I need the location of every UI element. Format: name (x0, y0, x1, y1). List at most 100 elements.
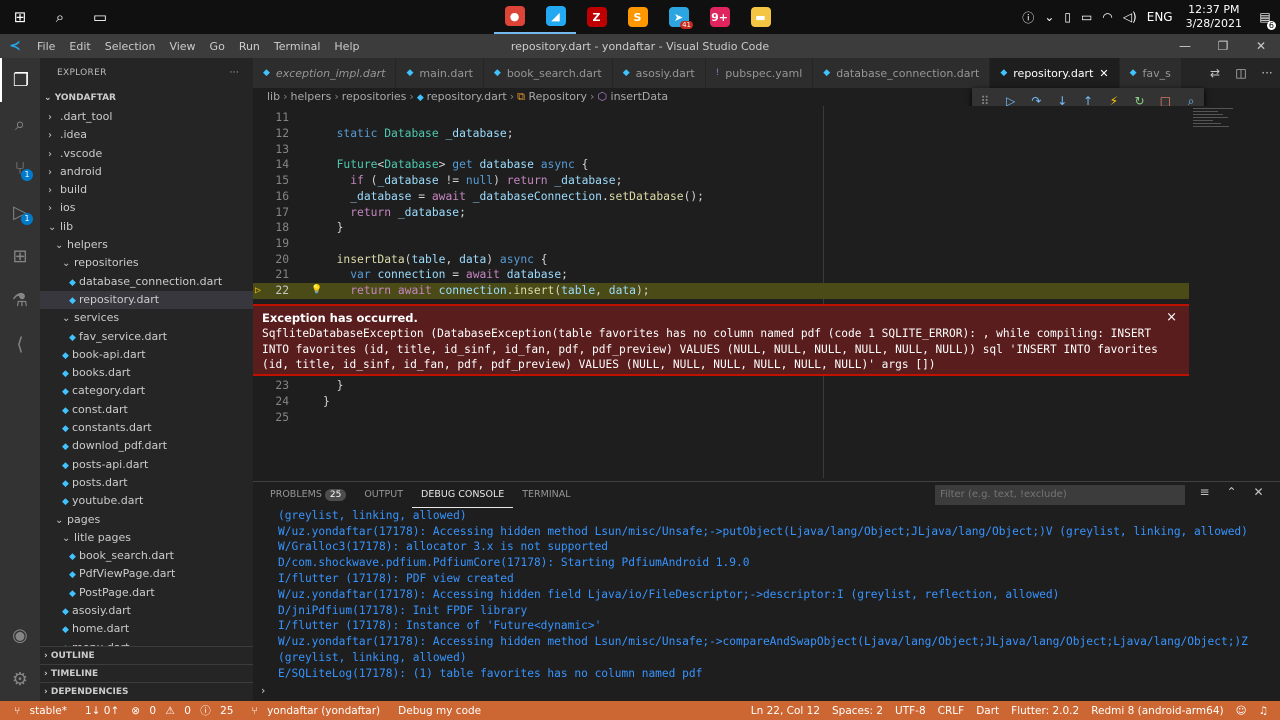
maximize-panel-icon[interactable]: ⌃ (1218, 485, 1245, 499)
tree-file[interactable]: ◆ database_connection.dart (40, 273, 253, 291)
menu-view[interactable]: View (162, 40, 202, 53)
code-editor[interactable]: 11 12 static Database _database; 13 14 Futu… (253, 106, 1280, 478)
console-filter-input[interactable] (935, 485, 1185, 505)
code-line[interactable]: 24} (253, 394, 1189, 410)
tree-file[interactable]: ◆ fav_service.dart (40, 328, 253, 346)
more-actions-icon[interactable]: ··· (230, 68, 239, 78)
language-indicator[interactable]: ENG (1142, 10, 1178, 24)
tree-folder[interactable]: ⌄ lib (40, 218, 253, 236)
line-number[interactable]: 14 (253, 157, 289, 173)
tree-file[interactable]: ◆ asosiy.dart (40, 602, 253, 620)
menu-go[interactable]: Go (203, 40, 232, 53)
tree-file[interactable]: ◆ book-api.dart (40, 346, 253, 364)
minimize-icon[interactable]: — (1166, 34, 1204, 58)
outline-section[interactable]: › OUTLINE (40, 646, 253, 664)
tree-folder[interactable]: › .vscode (40, 145, 253, 163)
line-ending[interactable]: CRLF (932, 705, 971, 717)
cursor-position[interactable]: Ln 22, Col 12 (745, 705, 826, 717)
windows-start-icon[interactable]: ⊞ (0, 0, 40, 34)
indentation[interactable]: Spaces: 2 (826, 705, 889, 717)
code-line[interactable]: 13 (253, 142, 1189, 158)
code-line[interactable]: 14 Future<Database> get database async { (253, 157, 1189, 173)
paused-breakpoint-icon[interactable]: ▷ (255, 283, 261, 299)
tree-folder[interactable]: ⌄ services (40, 309, 253, 327)
menu-selection[interactable]: Selection (98, 40, 163, 53)
search-icon[interactable]: ⌕ (40, 0, 80, 34)
close-panel-icon[interactable]: ✕ (1245, 485, 1272, 499)
notification-icon[interactable]: ▤ 6 (1250, 10, 1280, 30)
flutter-version[interactable]: Flutter: 2.0.2 (1005, 705, 1085, 717)
minimap[interactable] (1193, 106, 1263, 166)
code-line[interactable]: 20 insertData(table, data) async { (253, 252, 1189, 268)
wifi-icon[interactable]: ◠ (1097, 10, 1117, 24)
clock[interactable]: 12:37 PM 3/28/2021 (1178, 3, 1250, 31)
menu-help[interactable]: Help (327, 40, 366, 53)
tree-folder[interactable]: › .idea (40, 126, 253, 144)
source-control-icon[interactable]: ⑂ 1 (0, 146, 40, 190)
run-debug-icon[interactable]: ▷ 1 (0, 190, 40, 234)
language-mode[interactable]: Dart (970, 705, 1005, 717)
taskbar-app-file-explorer[interactable]: ▬ (740, 0, 781, 34)
split-editor-icon[interactable]: ◫ (1228, 66, 1254, 80)
explorer-icon[interactable]: ❐ (0, 58, 40, 102)
tree-folder[interactable]: › build (40, 181, 253, 199)
dependencies-section[interactable]: › DEPENDENCIES (40, 682, 253, 700)
phone-icon[interactable]: ▯ (1059, 10, 1076, 24)
settings-gear-icon[interactable]: ⚙ (0, 657, 40, 701)
close-exception-icon[interactable]: × (1166, 310, 1177, 325)
panel-tab-debug-console[interactable]: DEBUG CONSOLE (412, 482, 514, 508)
breadcrumb-item[interactable]: lib (267, 90, 280, 103)
code-line[interactable]: 11 (253, 110, 1189, 126)
taskbar-app-chrome[interactable]: ● (494, 0, 535, 34)
tree-file[interactable]: ◆ category.dart (40, 382, 253, 400)
feedback-icon[interactable]: ☺ (1230, 705, 1253, 717)
line-number[interactable]: 25 (253, 410, 289, 426)
taskbar-app-filezilla[interactable]: Z (576, 0, 617, 34)
breadcrumb-item[interactable]: helpers (291, 90, 332, 103)
timeline-section[interactable]: › TIMELINE (40, 664, 253, 682)
line-number[interactable]: 13 (253, 142, 289, 158)
code-line[interactable]: 16 _database = await _databaseConnection… (253, 189, 1189, 205)
help-icon[interactable]: ⓘ (1017, 9, 1039, 26)
branch-status[interactable]: ⑂ stable* (8, 705, 79, 717)
tree-file[interactable]: ◆ PostPage.dart (40, 584, 253, 602)
line-number[interactable]: 17 (253, 205, 289, 221)
flutter-icon[interactable]: ⟨ (0, 322, 40, 366)
user-status[interactable]: ⑂ yondaftar (yondaftar) (245, 705, 392, 717)
restore-icon[interactable]: ❐ (1204, 34, 1242, 58)
line-number[interactable]: 20 (253, 252, 289, 268)
console-prompt[interactable]: › (261, 684, 265, 697)
tree-file[interactable]: ◆ downlod_pdf.dart (40, 437, 253, 455)
tree-folder[interactable]: › ios (40, 199, 253, 217)
editor-tab[interactable]: ◆ fav_s (1119, 58, 1182, 88)
volume-icon[interactable]: ◁) (1118, 10, 1142, 24)
taskbar-app-telegram[interactable]: ➤ 41 (658, 0, 699, 34)
account-icon[interactable]: ◉ (0, 613, 40, 657)
tray-chevron-icon[interactable]: ⌄ (1039, 10, 1059, 24)
encoding[interactable]: UTF-8 (889, 705, 932, 717)
compare-icon[interactable]: ⇄ (1202, 66, 1228, 80)
tree-folder[interactable]: › .dart_tool (40, 108, 253, 126)
task-view-icon[interactable]: ▭ (80, 0, 120, 34)
sync-status[interactable]: 1↓ 0↑ (79, 705, 125, 717)
tree-file[interactable]: ◆ home.dart (40, 620, 253, 638)
taskbar-app-vscode[interactable]: ◢ (535, 0, 576, 34)
breadcrumb-item[interactable]: repositories (342, 90, 407, 103)
editor-tab[interactable]: ◆ exception_impl.dart (253, 58, 397, 88)
taskbar-app-sublime[interactable]: S (617, 0, 658, 34)
battery-icon[interactable]: ▭ (1076, 10, 1097, 24)
line-number[interactable]: 21 (253, 267, 289, 283)
tree-file[interactable]: ◆ posts-api.dart (40, 456, 253, 474)
device-selector[interactable]: Redmi 8 (android-arm64) (1085, 705, 1229, 717)
lightbulb-icon[interactable]: 💡 (311, 283, 322, 299)
clear-console-icon[interactable]: ≡ (1191, 485, 1218, 499)
line-number[interactable]: 18 (253, 220, 289, 236)
close-window-icon[interactable]: ✕ (1242, 34, 1280, 58)
more-tab-actions-icon[interactable]: ··· (1254, 66, 1280, 80)
line-number[interactable]: 16 (253, 189, 289, 205)
search-view-icon[interactable]: ⌕ (0, 102, 40, 146)
menu-edit[interactable]: Edit (62, 40, 97, 53)
editor-tab[interactable]: ◆ repository.dart ✕ (990, 58, 1120, 88)
tree-folder[interactable]: ⌄ pages (40, 511, 253, 529)
tree-folder[interactable]: ⌄ litle pages (40, 529, 253, 547)
